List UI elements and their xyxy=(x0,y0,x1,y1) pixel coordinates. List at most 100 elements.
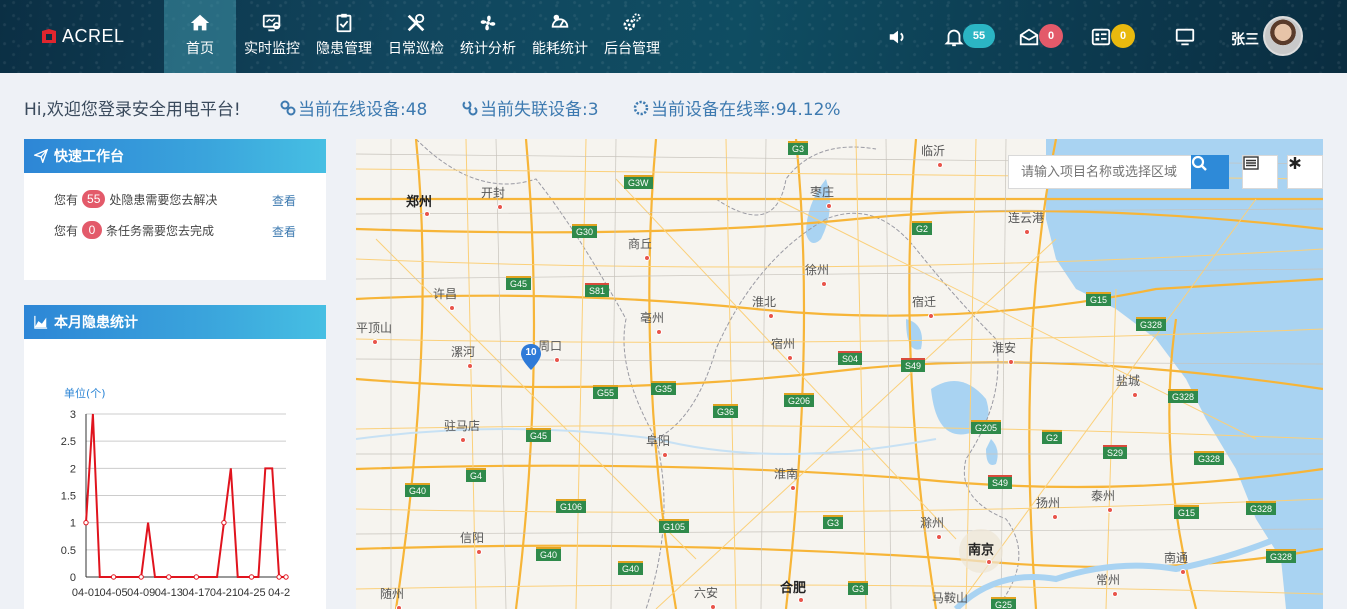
nav-item-realtime-monitor[interactable]: 实时监控 xyxy=(236,0,308,73)
nav-item-backend-management[interactable]: 后台管理 xyxy=(596,0,668,73)
city-dot xyxy=(396,605,402,609)
city-label: 南京 xyxy=(968,543,995,558)
nav-item-label: 隐患管理 xyxy=(316,41,372,57)
city-dot xyxy=(656,329,662,335)
reminder-prefix: 您有 xyxy=(54,192,79,207)
quick-workbench-panel: 快速工作台 您有 55 处隐患需要您去解决 查看 您有 0 条任务需要您去完成 … xyxy=(24,139,326,280)
x-tick-label: 04-21 xyxy=(210,587,238,599)
brand-logo[interactable]: ACREL xyxy=(40,26,125,47)
asterisk-icon xyxy=(1289,157,1301,169)
road-shield: G15 xyxy=(1086,292,1112,306)
city-dot xyxy=(467,363,473,369)
mail-badge[interactable]: 0 xyxy=(1039,24,1063,48)
city-dot xyxy=(460,437,466,443)
map-search-button[interactable] xyxy=(1191,155,1229,189)
city-dot xyxy=(476,549,482,555)
data-point xyxy=(248,574,255,580)
road-shield: G2 xyxy=(1042,430,1063,444)
project-map-pin[interactable]: 10 xyxy=(521,344,541,370)
road-shield: S49 xyxy=(901,358,926,372)
data-point xyxy=(83,519,89,526)
x-tick-label: 04-2 xyxy=(268,587,290,599)
city-label: 滁州 xyxy=(920,516,945,530)
y-tick-label: 0.5 xyxy=(61,545,76,557)
speaker-icon[interactable] xyxy=(887,26,909,48)
acrel-logo-icon xyxy=(40,28,58,46)
reminder-prefix: 您有 xyxy=(54,223,79,238)
task-count-badge: 0 xyxy=(82,221,103,239)
road-shield: G45 xyxy=(526,428,552,442)
road-shield: G205 xyxy=(971,420,1002,434)
road-shield: G36 xyxy=(713,404,739,418)
nav-item-label: 统计分析 xyxy=(460,41,516,57)
nav-item-home[interactable]: 首页 xyxy=(164,0,236,73)
panel-title: 快速工作台 xyxy=(54,149,124,165)
offline-devices-stat: 当前失联设备:3 xyxy=(462,95,599,120)
y-tick-label: 2 xyxy=(70,463,76,475)
nav-item-daily-inspection[interactable]: 日常巡检 xyxy=(380,0,452,73)
city-label: 淮北 xyxy=(752,295,777,309)
project-map[interactable]: 郑州 开封 许昌 平顶山 漯河 周口 驻马店 信阳 随州 商丘 亳州 阜阳 淮北 宿州 淮南 六安 合肥 枣庄 临沂… xyxy=(356,139,1323,609)
nav-item-energy-statistics[interactable]: 能耗统计 xyxy=(524,0,596,73)
task-badge[interactable]: 0 xyxy=(1111,24,1135,48)
hazard-line-chart: 单位(个)00.511.522.5304-01 04-05 04-09 04-13 04… xyxy=(61,386,290,599)
x-tick-label: 04-17 xyxy=(182,587,210,599)
city-label: 周口 xyxy=(538,339,563,353)
spinner-icon xyxy=(633,100,649,115)
city-dot xyxy=(790,485,796,491)
city-dot xyxy=(497,204,503,210)
city-label: 枣庄 xyxy=(810,185,835,199)
data-point xyxy=(283,574,289,580)
mail-icon[interactable] xyxy=(1018,26,1040,48)
road-shield: G15 xyxy=(1174,505,1200,519)
city-dot xyxy=(1112,591,1118,597)
nav-item-hazard-management[interactable]: 隐患管理 xyxy=(308,0,380,73)
city-label: 合肥 xyxy=(780,581,807,596)
fan-icon xyxy=(480,15,496,31)
map-layer-button[interactable] xyxy=(1242,155,1278,189)
user-name[interactable]: 张三 xyxy=(1231,29,1259,49)
map-search-input[interactable] xyxy=(1008,155,1192,189)
road-shield: G206 xyxy=(784,393,815,407)
city-label: 临沂 xyxy=(921,144,946,158)
avatar[interactable] xyxy=(1263,16,1303,56)
city-dot xyxy=(798,597,804,603)
city-label: 连云港 xyxy=(1008,211,1045,225)
city-dot xyxy=(662,452,668,458)
brand-name: ACREL xyxy=(62,26,125,46)
road-shield: G3 xyxy=(788,141,809,155)
notification-badge[interactable]: 55 xyxy=(963,24,995,48)
view-tasks-link[interactable]: 查看 xyxy=(272,223,296,240)
city-label: 平顶山 xyxy=(356,321,393,335)
data-point xyxy=(193,574,200,580)
paper-plane-icon xyxy=(34,149,48,163)
city-dot xyxy=(936,534,942,540)
map-settings-button[interactable] xyxy=(1287,155,1323,189)
road-shield: G40 xyxy=(618,561,644,575)
desktop-icon[interactable] xyxy=(1174,26,1196,48)
x-tick-label: 04-01 xyxy=(72,587,100,599)
online-devices-text: 当前在线设备:48 xyxy=(298,100,428,120)
tasks-icon[interactable] xyxy=(1090,26,1112,48)
view-hazards-link[interactable]: 查看 xyxy=(272,192,296,209)
city-dot xyxy=(826,203,832,209)
pin-count: 10 xyxy=(525,347,537,358)
city-dot xyxy=(1024,229,1030,235)
road-shield: G105 xyxy=(659,519,690,533)
list-icon xyxy=(1243,156,1259,170)
city-label: 马鞍山 xyxy=(932,591,969,605)
bell-icon[interactable] xyxy=(943,26,965,48)
city-label: 阜阳 xyxy=(646,434,671,448)
area-chart-icon xyxy=(34,315,48,329)
nav-item-statistics[interactable]: 统计分析 xyxy=(452,0,524,73)
city-dot xyxy=(449,305,455,311)
x-tick-label: 04-05 xyxy=(100,587,128,599)
city-dot xyxy=(787,355,793,361)
city-label: 宿州 xyxy=(771,337,796,351)
home-icon xyxy=(190,14,210,31)
online-rate-text: 当前设备在线率:94.12% xyxy=(651,100,841,120)
road-shield: G40 xyxy=(536,547,562,561)
main-nav: 首页 实时监控 隐患管理 日常巡检 统计分析 能耗统计 后台管理 xyxy=(164,0,668,73)
y-tick-label: 3 xyxy=(70,409,76,421)
hazard-reminder: 您有 55 处隐患需要您去解决 xyxy=(54,190,217,208)
